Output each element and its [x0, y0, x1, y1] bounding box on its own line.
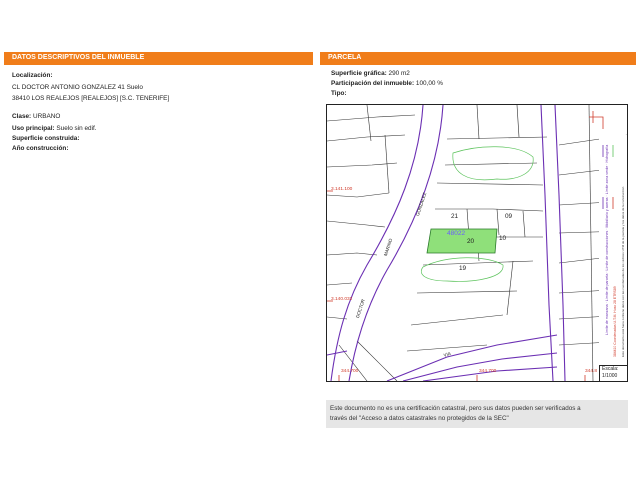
green-zones	[421, 146, 534, 282]
disclaimer-notice: Este documento no es una certificación c…	[326, 400, 628, 428]
legend-item-hidrografia: Hidrografía	[605, 144, 609, 163]
lot-20: 20	[467, 238, 475, 245]
participacion-value: 100,00 %	[415, 80, 443, 87]
side-note-coordinates: 384410 Coordenadas U.T.M. Huso 28 ETRS89	[613, 286, 617, 357]
scale-box: Escala: 1/1000	[599, 365, 627, 381]
clase-value: URBANO	[32, 113, 61, 120]
legend-item-parcela: Límite de parcela	[605, 273, 609, 302]
coord-x-mid: 344.700	[479, 369, 497, 374]
legend-item-manzana: Límite de manzana	[605, 304, 609, 335]
clase-row: Clase: URBANO	[12, 113, 60, 120]
section-rule-right	[320, 64, 636, 65]
lot-09: 09	[505, 213, 513, 220]
clase-label: Clase:	[12, 113, 32, 120]
coord-x-left: 344.700	[341, 369, 359, 374]
participacion-row: Participación del inmueble: 100,00 %	[331, 80, 443, 87]
legend-text: Límite de manzana · Límite de parcela · …	[605, 144, 609, 335]
participacion-label: Participación del inmueble:	[331, 80, 415, 87]
address-line-2: 38410 LOS REALEJOS [REALEJOS] [S.C. TENE…	[12, 95, 170, 102]
coord-y-bottom: 3.140.032	[331, 297, 353, 302]
section-header-descriptive: DATOS DESCRIPTIVOS DEL INMUEBLE	[4, 52, 313, 64]
uso-value: Suelo sin edif.	[56, 125, 97, 132]
legend-item-zona-verde: Límite zona verde	[605, 165, 609, 195]
anio-construccion-label: Año construcción:	[12, 145, 69, 152]
cadastral-map[interactable]: 48022 20 21 09 10 19 GONZALEZ MARINO DOC…	[326, 104, 628, 382]
scale-value: 1/1000	[602, 373, 618, 379]
disclaimer-line-1: Este documento no es una certificación c…	[330, 405, 581, 412]
legend-item-mobiliario: Mobiliario y aceras	[605, 197, 609, 228]
lot-10: 10	[499, 235, 507, 242]
superficie-grafica-value: 290 m2	[388, 70, 410, 77]
uso-label: Uso principal:	[12, 125, 55, 132]
uso-row: Uso principal: Suelo sin edif.	[12, 125, 97, 132]
coord-x-right: 344.8	[585, 369, 598, 374]
tipo-label: Tipo:	[331, 90, 347, 97]
cadastral-map-drawing	[327, 105, 627, 381]
superficie-grafica-label: Superficie gráfica:	[331, 70, 387, 77]
superficie-grafica-row: Superficie gráfica: 290 m2	[331, 70, 410, 77]
superficie-construida-label: Superficie construida:	[12, 135, 80, 142]
localizacion-label: Localización:	[12, 72, 53, 79]
legend-item-construcciones: Límite de construcciones	[605, 230, 609, 271]
north-arrow-marks	[589, 111, 604, 129]
lot-21: 21	[451, 213, 459, 220]
coord-y-top: 3.141.100	[331, 187, 353, 192]
section-rule-left	[4, 64, 313, 65]
lot-19: 19	[459, 265, 467, 272]
disclaimer-line-2: través del "Acceso a datos catastrales n…	[330, 415, 509, 422]
scale-label: Escala:	[602, 366, 619, 372]
section-header-parcela: PARCELA	[320, 52, 636, 64]
address-line-1: CL DOCTOR ANTONIO GONZALEZ 41 Suelo	[12, 84, 143, 91]
side-note-document: Este documento está fuera contiene datos…	[621, 186, 625, 357]
parcel-number: 48022	[447, 230, 466, 237]
